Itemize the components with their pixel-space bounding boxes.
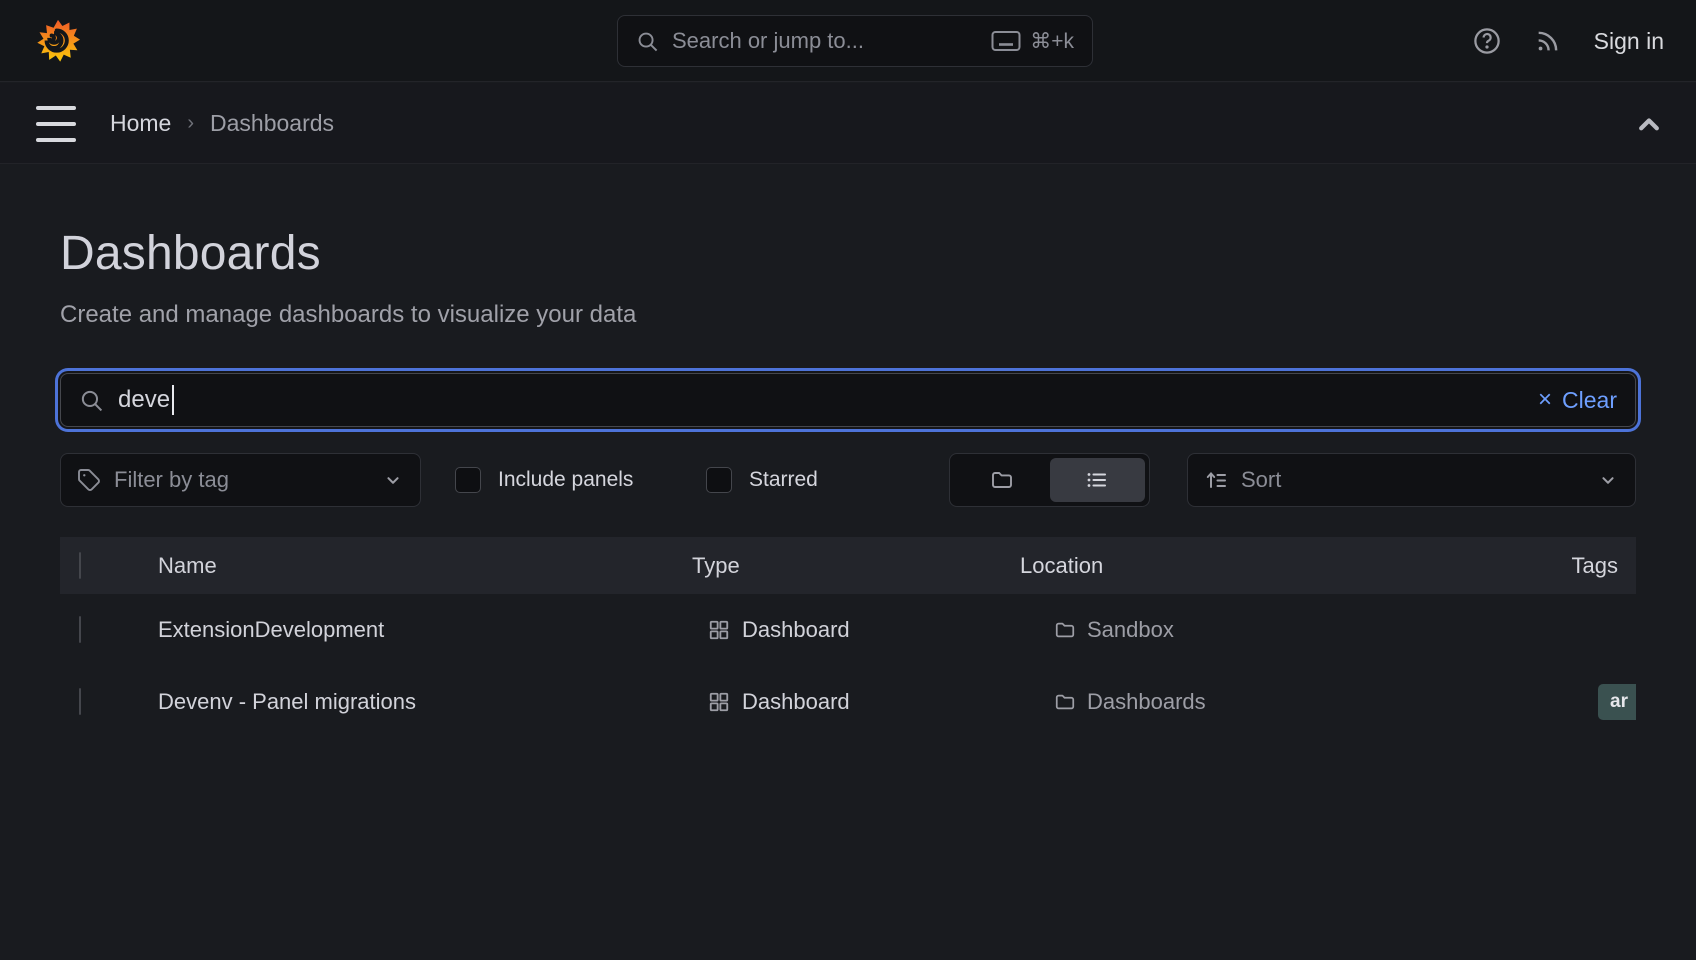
- row-checkbox[interactable]: [79, 688, 81, 715]
- clear-label: Clear: [1562, 387, 1617, 414]
- row-location-label: Dashboards: [1087, 689, 1206, 715]
- chevron-down-icon: [382, 469, 404, 491]
- layout-toggle: [949, 453, 1150, 507]
- shortcut-label: ⌘+k: [1030, 29, 1074, 54]
- folder-icon: [1054, 619, 1076, 641]
- starred-checkbox[interactable]: [706, 467, 732, 493]
- grafana-app: Search or jump to... ⌘+k: [0, 0, 1696, 960]
- menu-icon[interactable]: [36, 106, 76, 142]
- column-header-tags: Tags: [1572, 553, 1618, 579]
- topnav-right: Sign in: [1472, 0, 1664, 82]
- news-rss-icon[interactable]: [1534, 27, 1562, 55]
- list-view-button[interactable]: [1050, 458, 1146, 502]
- page-subtitle: Create and manage dashboards to visualiz…: [60, 301, 1636, 329]
- help-icon[interactable]: [1472, 26, 1502, 56]
- tag-icon: [77, 468, 101, 492]
- apps-grid-icon: [708, 691, 730, 713]
- table-header-row: Name Type Location Tags: [60, 537, 1636, 594]
- sort-select[interactable]: Sort: [1187, 453, 1636, 507]
- keyboard-icon: [991, 30, 1021, 52]
- starred-checkbox-group[interactable]: Starred: [706, 453, 818, 507]
- text-caret: [172, 385, 174, 415]
- search-icon: [79, 388, 104, 413]
- row-type-label: Dashboard: [742, 689, 850, 715]
- table-row: Devenv - Panel migrations Dashboard: [60, 666, 1636, 738]
- breadcrumb-current: Dashboards: [210, 110, 334, 137]
- include-panels-checkbox[interactable]: [455, 467, 481, 493]
- search-input-value: deve: [118, 386, 170, 414]
- column-header-name: Name: [158, 553, 217, 579]
- sort-placeholder: Sort: [1241, 467, 1281, 493]
- dashboard-name-link[interactable]: Devenv - Panel migrations: [158, 689, 416, 715]
- select-all-checkbox[interactable]: [79, 552, 81, 579]
- tag-badge[interactable]: ar: [1598, 684, 1636, 720]
- row-location-label: Sandbox: [1087, 617, 1174, 643]
- starred-label: Starred: [749, 468, 818, 492]
- chevron-down-icon: [1597, 469, 1619, 491]
- topnav-search-box[interactable]: Search or jump to... ⌘+k: [617, 15, 1093, 67]
- sort-icon: [1204, 468, 1228, 492]
- list-icon: [1085, 468, 1109, 492]
- top-nav: Search or jump to... ⌘+k: [0, 0, 1696, 82]
- table-row: ExtensionDevelopment Dashboard: [60, 594, 1636, 666]
- apps-grid-icon: [708, 619, 730, 641]
- keyboard-shortcut: ⌘+k: [991, 29, 1074, 54]
- folder-icon: [990, 468, 1014, 492]
- include-panels-checkbox-group[interactable]: Include panels: [455, 453, 633, 507]
- main-content: Dashboards Create and manage dashboards …: [0, 164, 1696, 960]
- folder-view-button[interactable]: [954, 458, 1050, 502]
- breadcrumb: Home › Dashboards: [110, 83, 334, 164]
- column-header-type: Type: [692, 553, 740, 579]
- breadcrumb-bar: Home › Dashboards: [0, 83, 1696, 164]
- clear-search-button[interactable]: × Clear: [1538, 387, 1617, 414]
- row-type-label: Dashboard: [742, 617, 850, 643]
- column-header-location: Location: [1020, 553, 1103, 579]
- breadcrumb-home[interactable]: Home: [110, 110, 171, 137]
- topnav-search-placeholder: Search or jump to...: [672, 28, 864, 54]
- tag-filter-select[interactable]: Filter by tag: [60, 453, 421, 507]
- dashboards-table: Name Type Location Tags ExtensionDevelop…: [60, 537, 1636, 738]
- grafana-logo-icon[interactable]: [36, 19, 80, 63]
- breadcrumb-separator: ›: [187, 112, 194, 135]
- close-icon: ×: [1538, 388, 1552, 412]
- dashboard-name-link[interactable]: ExtensionDevelopment: [158, 617, 384, 643]
- include-panels-label: Include panels: [498, 468, 633, 492]
- search-icon: [636, 30, 659, 53]
- filter-toolbar: Filter by tag Include panels Starred: [60, 453, 1636, 507]
- location-link[interactable]: Sandbox: [1054, 617, 1174, 643]
- row-checkbox[interactable]: [79, 616, 81, 643]
- folder-icon: [1054, 691, 1076, 713]
- dashboard-search-input[interactable]: deve × Clear: [60, 373, 1636, 427]
- tag-filter-placeholder: Filter by tag: [114, 467, 229, 493]
- chevron-up-icon[interactable]: [1632, 107, 1666, 141]
- page-title: Dashboards: [60, 226, 1636, 281]
- sign-in-link[interactable]: Sign in: [1594, 28, 1664, 55]
- location-link[interactable]: Dashboards: [1054, 689, 1206, 715]
